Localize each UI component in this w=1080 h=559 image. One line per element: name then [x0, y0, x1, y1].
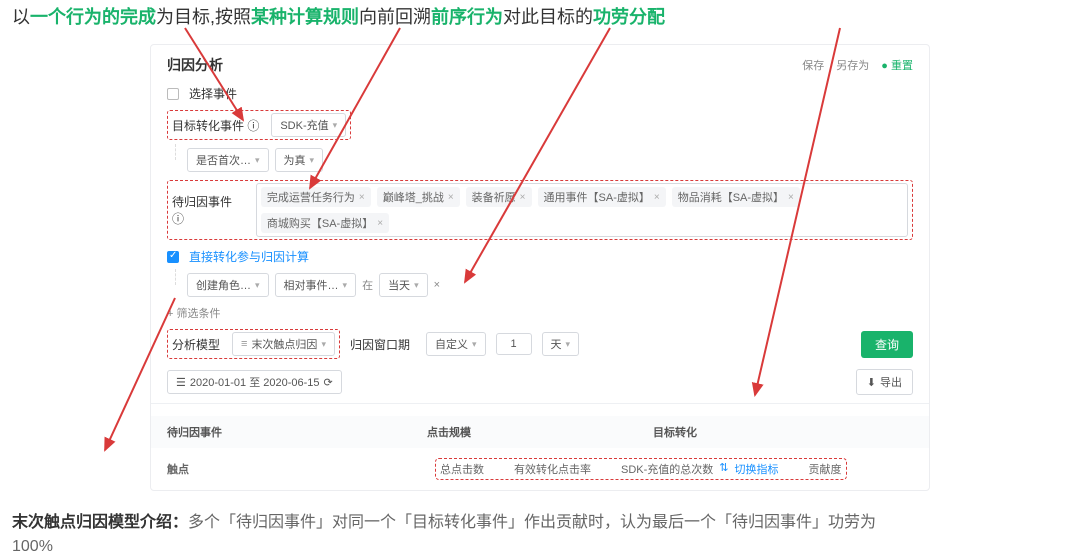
result-table-row: 触点 总点击数 有效转化点击率 SDK-充值的总次数⇅切换指标 贡献度 [151, 448, 929, 490]
close-icon[interactable]: × [359, 192, 365, 203]
tag-item: 商城购买【SA-虚拟】× [261, 213, 389, 233]
date-range-picker[interactable]: ☰ 2020-01-01 至 2020-06-15 ⟳ [167, 370, 342, 394]
filter-field-select[interactable]: 是否首次…▾ [187, 148, 269, 172]
save-action[interactable]: 保存 [802, 57, 824, 73]
target-event-highlight: 目标转化事件 ⓘ SDK-充值▾ [167, 110, 351, 140]
window-mode-select[interactable]: 自定义▾ [426, 332, 486, 356]
candidate-label: 待归因事件 ⓘ [172, 193, 244, 227]
model-explain: 末次触点归因模型介绍：多个「待归因事件」对同一个「目标转化事件」作出贡献时，认为… [0, 501, 1080, 559]
tag-item: 物品消耗【SA-虚拟】× [672, 187, 800, 207]
direct-conv-label: 直接转化参与归因计算 [189, 248, 309, 265]
refresh-icon[interactable]: ⟳ [324, 376, 333, 389]
save-as-action[interactable]: 另存为 [836, 57, 869, 73]
day-select[interactable]: 当天▾ [379, 273, 428, 297]
window-label: 归因窗口期 [350, 336, 410, 353]
direct-conv-checkbox[interactable] [167, 251, 179, 263]
download-icon: ⬇ [867, 376, 876, 389]
select-event-label: 选择事件 [189, 85, 237, 102]
chevron-down-icon: ▾ [333, 120, 338, 131]
model-select[interactable]: ≡ 末次触点归因▾ [232, 332, 335, 356]
relative-event-select[interactable]: 相对事件…▾ [275, 273, 357, 297]
tag-item: 通用事件【SA-虚拟】× [538, 187, 666, 207]
metrics-highlight: 总点击数 有效转化点击率 SDK-充值的总次数⇅切换指标 贡献度 [435, 458, 847, 480]
candidate-tagbox[interactable]: 完成运营任务行为× 巅峰塔_挑战× 装备祈愿× 通用事件【SA-虚拟】× 物品消… [256, 183, 908, 237]
attribution-panel: 归因分析 保存 另存为 ● 重置 选择事件 目标转化事件 ⓘ SDK-充值▾ 是… [150, 44, 930, 491]
add-filter-link[interactable]: + 筛选条件 [167, 305, 220, 321]
create-role-select[interactable]: 创建角色…▾ [187, 273, 269, 297]
sort-icon[interactable]: ⇅ [719, 461, 728, 477]
query-button[interactable]: 查询 [861, 331, 913, 358]
annotation-title: 以一个行为的完成为目标,按照某种计算规则向前回溯前序行为对此目标的功劳分配 [0, 0, 1080, 38]
tag-item: 巅峰塔_挑战× [377, 187, 460, 207]
switch-metric-link[interactable]: 切换指标 [735, 461, 779, 477]
tag-item: 完成运营任务行为× [261, 187, 371, 207]
filter-cond-select[interactable]: 为真▾ [275, 148, 324, 172]
candidate-events-highlight: 待归因事件 ⓘ 完成运营任务行为× 巅峰塔_挑战× 装备祈愿× 通用事件【SA-… [167, 180, 913, 240]
result-table-header: 待归因事件 点击规模 目标转化 [151, 416, 929, 448]
remove-filter-icon[interactable]: × [434, 279, 440, 291]
model-highlight: 分析模型 ≡ 末次触点归因▾ [167, 329, 340, 359]
window-count-input[interactable]: 1 [496, 333, 532, 355]
model-label: 分析模型 [172, 336, 220, 353]
reset-action[interactable]: ● 重置 [881, 57, 913, 73]
target-event-select[interactable]: SDK-充值▾ [271, 113, 346, 137]
select-event-checkbox[interactable] [167, 88, 179, 100]
export-button[interactable]: ⬇导出 [856, 369, 913, 395]
target-event-label: 目标转化事件 ⓘ [172, 117, 259, 134]
tag-item: 装备祈愿× [466, 187, 532, 207]
window-unit-select[interactable]: 天▾ [542, 332, 580, 356]
panel-title: 归因分析 [167, 55, 223, 75]
